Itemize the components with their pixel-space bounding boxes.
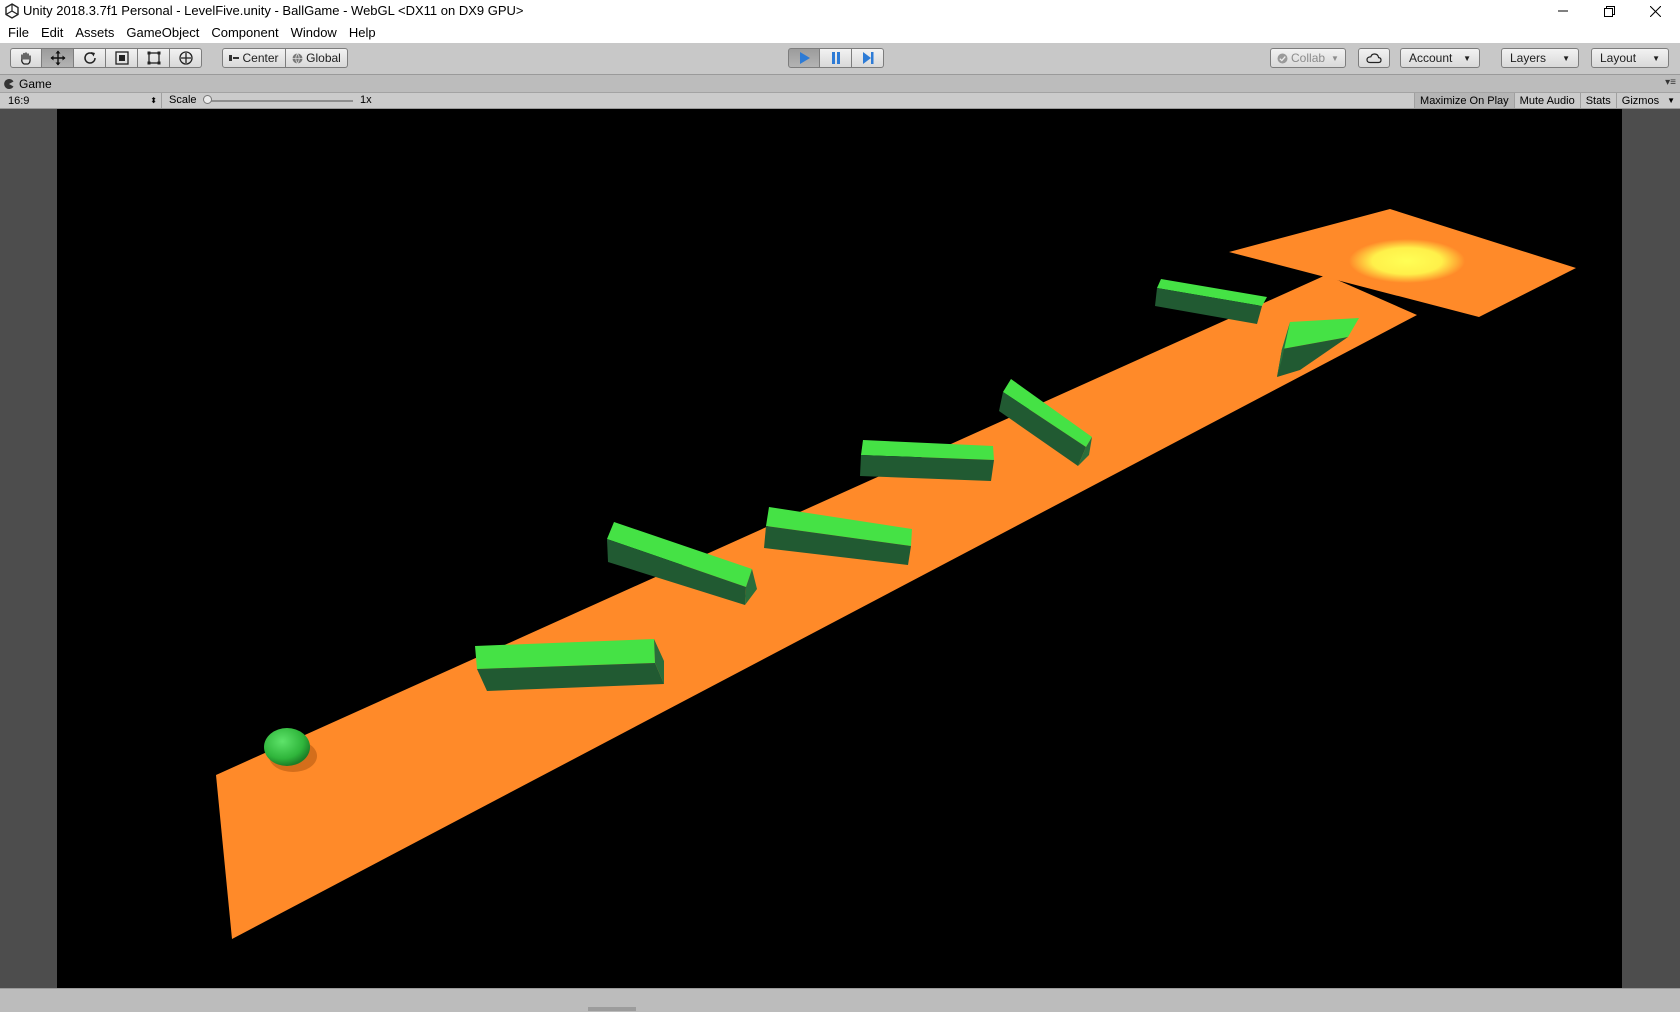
updown-arrow-icon: ⬍ bbox=[150, 96, 157, 105]
transform-tool-button[interactable] bbox=[170, 48, 202, 68]
cloud-button[interactable] bbox=[1358, 48, 1390, 68]
restore-icon bbox=[1603, 5, 1615, 17]
collab-group: Collab ▼ bbox=[1270, 48, 1346, 68]
scale-label: Scale bbox=[169, 94, 197, 106]
pivot-global-label: Global bbox=[306, 51, 341, 65]
chevron-down-icon: ▼ bbox=[1667, 96, 1675, 105]
chevron-down-icon: ▼ bbox=[1652, 53, 1660, 63]
step-button[interactable] bbox=[852, 48, 884, 68]
layers-group: Layers ▼ bbox=[1501, 48, 1579, 68]
game-tab-bar: Game ▾≡ bbox=[0, 75, 1680, 93]
rect-tool-button[interactable] bbox=[138, 48, 170, 68]
pivot-icon bbox=[229, 55, 240, 61]
mute-audio-toggle[interactable]: Mute Audio bbox=[1513, 93, 1580, 108]
stats-label: Stats bbox=[1585, 94, 1611, 107]
transform-icon bbox=[178, 51, 193, 65]
layers-dropdown[interactable]: Layers ▼ bbox=[1501, 48, 1579, 68]
collab-label: Collab bbox=[1291, 51, 1326, 65]
game-view-toggles: Maximize On Play Mute Audio Stats Gizmos… bbox=[1414, 93, 1680, 108]
chevron-down-icon: ▼ bbox=[1331, 53, 1339, 63]
game-viewport[interactable] bbox=[0, 109, 1680, 988]
cloud-icon bbox=[1366, 53, 1382, 64]
move-icon bbox=[50, 50, 65, 66]
minimize-icon bbox=[1558, 10, 1568, 12]
account-dropdown[interactable]: Account ▼ bbox=[1400, 48, 1480, 68]
menu-edit[interactable]: Edit bbox=[35, 25, 69, 40]
layout-label: Layout bbox=[1600, 51, 1637, 65]
menu-window[interactable]: Window bbox=[285, 25, 343, 40]
game-view-toolbar: 16:9 ⬍ Scale 1x Maximize On Play Mute Au… bbox=[0, 93, 1680, 109]
move-tool-button[interactable] bbox=[42, 48, 74, 68]
menu-assets[interactable]: Assets bbox=[69, 25, 120, 40]
cloud-group bbox=[1358, 48, 1390, 68]
menu-gameobject[interactable]: GameObject bbox=[120, 25, 205, 40]
main-toolbar: Center Global Collab ▼ Account ▼ Layers … bbox=[0, 43, 1680, 75]
pause-icon bbox=[831, 52, 840, 64]
hand-icon bbox=[21, 52, 31, 65]
maximize-on-play-label: Maximize On Play bbox=[1420, 94, 1509, 107]
title-bar: Unity 2018.3.7f1 Personal - LevelFive.un… bbox=[0, 0, 1680, 22]
play-controls bbox=[788, 48, 884, 68]
pivot-global-button[interactable]: Global bbox=[286, 48, 348, 68]
scale-icon bbox=[114, 51, 129, 65]
stats-toggle[interactable]: Stats bbox=[1579, 93, 1616, 108]
gizmos-dropdown[interactable]: Gizmos ▼ bbox=[1615, 93, 1680, 108]
mute-audio-label: Mute Audio bbox=[1519, 94, 1575, 107]
pivot-toggles: Center Global bbox=[222, 48, 348, 68]
aspect-label: 16:9 bbox=[8, 94, 30, 107]
transform-tools bbox=[10, 48, 202, 68]
tab-game-label: Game bbox=[19, 77, 52, 91]
pivot-center-label: Center bbox=[242, 51, 279, 65]
rect-icon bbox=[147, 51, 160, 65]
rotate-icon bbox=[83, 52, 96, 64]
play-button[interactable] bbox=[788, 48, 820, 68]
tab-menu-icon[interactable]: ▾≡ bbox=[1665, 77, 1676, 88]
menu-bar: File Edit Assets GameObject Component Wi… bbox=[0, 22, 1680, 43]
pacman-icon bbox=[4, 79, 14, 89]
menu-component[interactable]: Component bbox=[205, 25, 284, 40]
account-label: Account bbox=[1409, 51, 1453, 65]
collab-button[interactable]: Collab ▼ bbox=[1270, 48, 1346, 68]
maximize-on-play-toggle[interactable]: Maximize On Play bbox=[1414, 93, 1514, 108]
close-icon bbox=[1649, 5, 1661, 17]
account-group: Account ▼ bbox=[1400, 48, 1480, 68]
scale-slider-track[interactable] bbox=[207, 100, 353, 102]
play-icon bbox=[800, 52, 810, 64]
layout-group: Layout ▼ bbox=[1591, 48, 1669, 68]
menu-help[interactable]: Help bbox=[343, 25, 382, 40]
scale-slider-thumb[interactable] bbox=[203, 95, 212, 104]
wall-4 bbox=[860, 440, 994, 481]
globe-icon bbox=[292, 52, 303, 64]
aspect-dropdown[interactable]: 16:9 ⬍ bbox=[4, 93, 162, 108]
layers-label: Layers bbox=[1510, 51, 1547, 65]
wall-1 bbox=[475, 639, 664, 691]
pause-button[interactable] bbox=[820, 48, 852, 68]
hand-tool-button[interactable] bbox=[10, 48, 42, 68]
chevron-down-icon: ▼ bbox=[1463, 53, 1471, 63]
resize-grip[interactable] bbox=[588, 1007, 636, 1011]
status-bar bbox=[0, 988, 1680, 1012]
tab-game[interactable]: Game bbox=[4, 75, 74, 93]
menu-file[interactable]: File bbox=[2, 25, 35, 40]
restore-button[interactable] bbox=[1586, 0, 1632, 22]
scale-tool-button[interactable] bbox=[106, 48, 138, 68]
minimize-button[interactable] bbox=[1540, 0, 1586, 22]
chevron-down-icon: ▼ bbox=[1562, 53, 1570, 63]
rotate-tool-button[interactable] bbox=[74, 48, 106, 68]
player-ball bbox=[264, 728, 310, 766]
scale-value: 1x bbox=[360, 94, 372, 106]
layout-dropdown[interactable]: Layout ▼ bbox=[1591, 48, 1669, 68]
step-icon bbox=[862, 52, 873, 64]
unity-logo-icon bbox=[5, 3, 19, 19]
close-button[interactable] bbox=[1632, 0, 1678, 22]
window-title: Unity 2018.3.7f1 Personal - LevelFive.un… bbox=[23, 3, 524, 18]
pivot-center-button[interactable]: Center bbox=[222, 48, 286, 68]
game-scene[interactable] bbox=[57, 109, 1622, 988]
gizmos-label: Gizmos bbox=[1621, 94, 1660, 107]
checkmark-icon bbox=[1277, 53, 1288, 63]
goal-marker bbox=[1349, 239, 1465, 283]
